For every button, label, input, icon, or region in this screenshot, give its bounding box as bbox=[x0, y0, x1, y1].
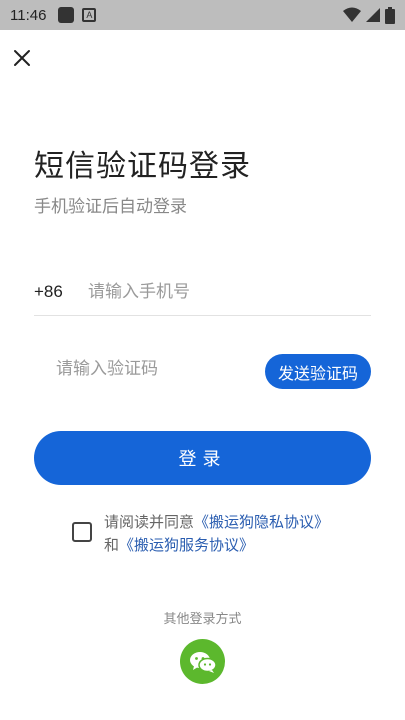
wifi-icon bbox=[343, 7, 361, 22]
battery-icon bbox=[385, 6, 395, 24]
service-agreement-link[interactable]: 《搬运狗服务协议》 bbox=[119, 536, 254, 554]
phone-row: +86 bbox=[34, 268, 371, 316]
status-time: 11:46 bbox=[10, 6, 47, 24]
close-icon bbox=[14, 50, 30, 66]
wechat-icon bbox=[189, 651, 217, 673]
agreement-row: 请阅读并同意《搬运狗隐私协议》 和《搬运狗服务协议》 bbox=[72, 511, 372, 561]
app-notification-icon bbox=[58, 7, 75, 23]
wechat-login-button[interactable] bbox=[180, 639, 225, 684]
a-notification-icon: A bbox=[82, 8, 97, 22]
agreement-prefix: 请阅读并同意 bbox=[104, 513, 195, 531]
status-system-icons bbox=[343, 6, 395, 24]
agreement-and: 和 bbox=[104, 536, 120, 554]
status-notification-icons: A bbox=[58, 7, 97, 23]
code-row: 发送验证码 bbox=[34, 346, 371, 392]
signal-icon bbox=[366, 8, 380, 22]
other-login-label: 其他登录方式 bbox=[163, 612, 242, 627]
page-title: 短信验证码登录 bbox=[34, 149, 251, 184]
send-code-button[interactable]: 发送验证码 bbox=[264, 354, 371, 389]
page-subtitle: 手机验证后自动登录 bbox=[34, 197, 187, 217]
agreement-text: 请阅读并同意《搬运狗隐私协议》 和《搬运狗服务协议》 bbox=[104, 511, 329, 557]
privacy-policy-link[interactable]: 《搬运狗隐私协议》 bbox=[194, 513, 329, 531]
country-code-prefix[interactable]: +86 bbox=[34, 282, 88, 302]
login-button[interactable]: 登录 bbox=[34, 431, 371, 485]
agreement-checkbox[interactable] bbox=[72, 522, 92, 542]
status-bar: 11:46 A bbox=[0, 0, 405, 30]
phone-input[interactable] bbox=[88, 281, 371, 302]
close-button[interactable] bbox=[10, 46, 34, 70]
